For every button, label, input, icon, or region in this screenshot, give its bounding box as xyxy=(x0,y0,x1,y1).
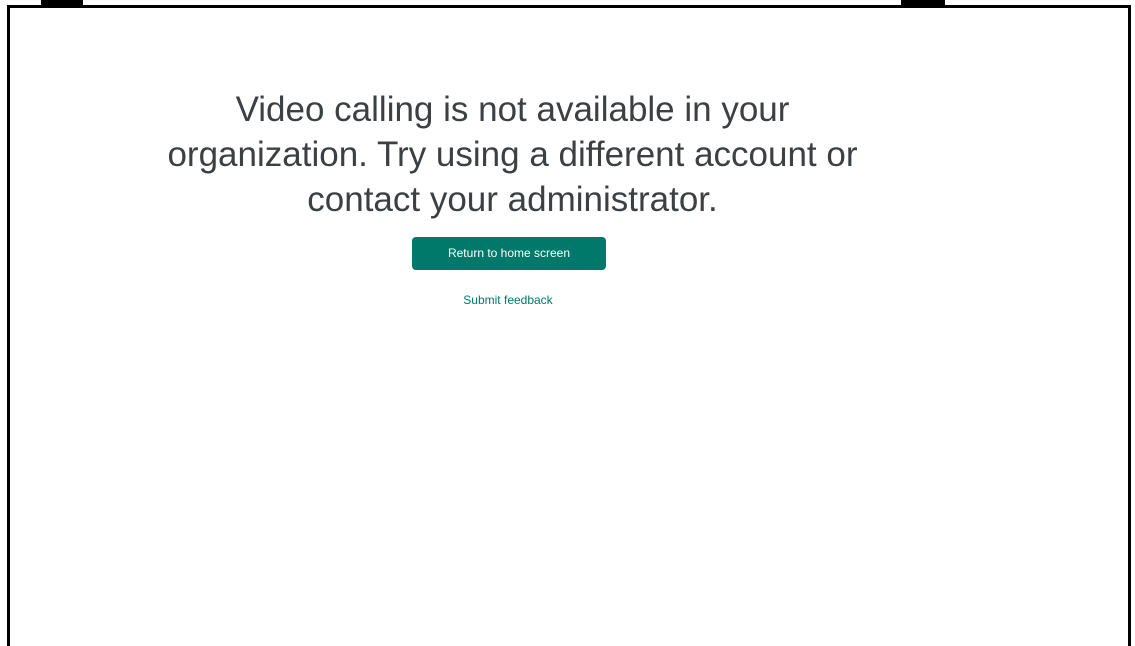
unavailable-message: Video calling is not available in your o… xyxy=(167,90,858,219)
error-content: Video calling is not available in your o… xyxy=(10,8,1020,646)
app-window-frame: Video calling is not available in your o… xyxy=(7,5,1131,646)
return-home-button[interactable]: Return to home screen xyxy=(412,237,606,270)
submit-feedback-link[interactable]: Submit feedback xyxy=(442,292,574,308)
